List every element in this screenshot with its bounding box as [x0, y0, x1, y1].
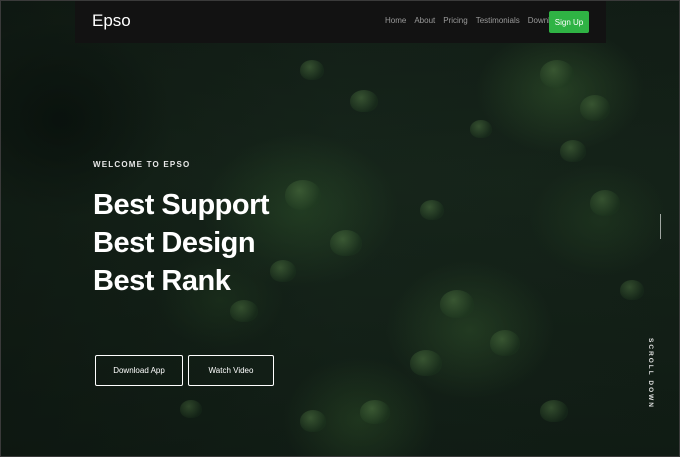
- download-app-button[interactable]: Download App: [95, 355, 183, 386]
- nav-item-pricing[interactable]: Pricing: [443, 16, 467, 25]
- headline-line: Best Rank: [93, 265, 231, 297]
- headline-line: Best Support: [93, 189, 270, 221]
- hero-headline: Best Support Best Design Best Rank: [93, 186, 270, 300]
- nav-item-home[interactable]: Home: [385, 16, 406, 25]
- headline-line: Best Design: [93, 227, 256, 259]
- brand-logo[interactable]: Epso: [92, 11, 131, 31]
- scroll-indicator-line: [660, 214, 661, 239]
- scroll-down-link[interactable]: SCROLL DOWN: [647, 338, 654, 409]
- nav-menu: Home About Pricing Testimonials Download: [385, 16, 571, 25]
- hero-eyebrow: WELCOME TO EPSO: [93, 160, 191, 169]
- nav-item-about[interactable]: About: [414, 16, 435, 25]
- nav-item-testimonials[interactable]: Testimonials: [476, 16, 520, 25]
- top-navbar: Epso Home About Pricing Testimonials Dow…: [75, 0, 606, 43]
- watch-video-button[interactable]: Watch Video: [188, 355, 274, 386]
- signup-button[interactable]: Sign Up: [549, 11, 589, 33]
